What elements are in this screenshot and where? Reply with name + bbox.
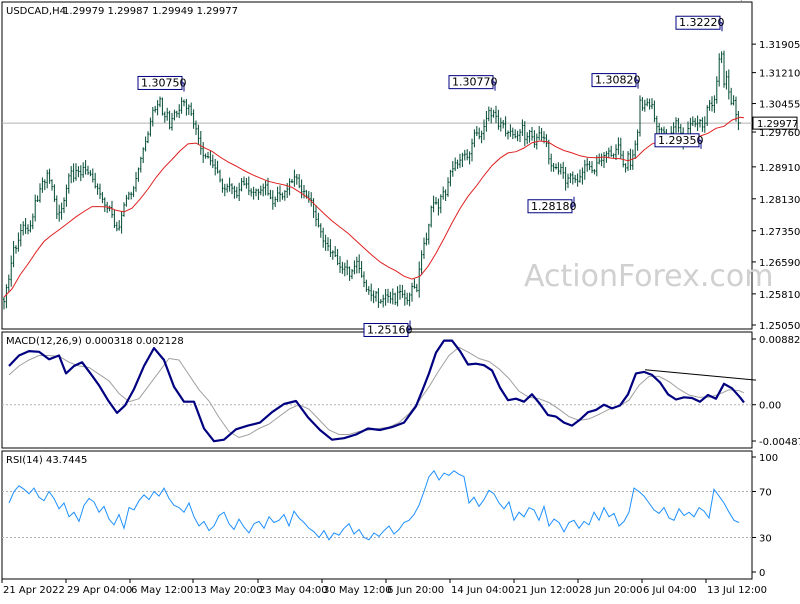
time-tick-label: 6 Jun 20:00 [387, 585, 444, 596]
time-tick-label: 21 Jun 12:00 [515, 585, 579, 596]
rsi-title: RSI(14) 43.7445 [6, 455, 87, 466]
macd-title: MACD(12,26,9) 0.000318 0.002128 [6, 336, 184, 347]
annotation-label: 1.30750 [141, 76, 187, 89]
price-tick-label: 1.28910 [759, 163, 800, 174]
ohlc-values: 1.29979 1.29987 1.29949 1.29977 [63, 6, 238, 17]
time-tick-label: 23 May 04:00 [259, 585, 328, 596]
current-price-label: 1.29977 [757, 119, 798, 130]
macd-tick-label: 0.00882 [759, 335, 800, 346]
time-tick-label: 13 May 20:00 [194, 585, 263, 596]
chart-window: ActionForex.com 1.30750 1.30770 1.30820 1.3… [0, 0, 800, 600]
annotation-label: 1.30820 [595, 74, 641, 87]
price-tick-label: 1.25810 [759, 290, 800, 301]
time-tick-label: 13 Jul 12:00 [707, 585, 767, 596]
price-annotation: 1.29350 [654, 133, 704, 149]
macd-axis: 0.00882 0.00 -0.004872 [752, 335, 800, 448]
annotation-label: 1.30770 [452, 76, 498, 89]
annotation-label: 1.29350 [658, 134, 704, 147]
price-tick-label: 1.28130 [759, 195, 800, 206]
price-annotation: 1.30750 [137, 75, 187, 92]
rsi-axis: 100 70 30 0 [752, 453, 778, 579]
rsi-tick-label: 70 [759, 488, 772, 499]
price-annotation: 1.25160 [363, 320, 413, 337]
time-tick-label: 6 May 12:00 [131, 585, 193, 596]
price-tick-label: 1.31210 [759, 69, 800, 80]
rsi-tick-label: 30 [759, 534, 772, 545]
symbol-label: USDCAD,H4 [6, 6, 66, 17]
rsi-tick-label: 100 [759, 453, 778, 464]
price-tick-label: 1.25050 [759, 321, 800, 332]
price-tick-label: 1.30455 [759, 100, 800, 111]
price-annotation: 1.28180 [527, 196, 577, 214]
macd-tick-label: -0.004872 [759, 437, 800, 448]
price-annotation: 1.30820 [591, 73, 641, 89]
time-axis: 21 Apr 2022 29 Apr 04:006 May 12:00 13 May… [1, 579, 767, 596]
price-annotation: 1.32220 [675, 15, 725, 32]
rsi-panel [1, 450, 753, 580]
time-tick-label: 28 Jun 20:00 [579, 585, 643, 596]
time-tick-label: 6 Jul 04:00 [643, 585, 697, 596]
rsi-tick-label: 0 [759, 568, 765, 579]
price-tick-label: 1.31905 [759, 40, 800, 51]
watermark: ActionForex.com [524, 259, 773, 294]
time-tick-label: 30 May 12:00 [323, 585, 392, 596]
annotation-label: 1.28180 [531, 200, 577, 213]
price-tick-label: 1.26590 [759, 258, 800, 269]
macd-tick-label: 0.00 [759, 401, 781, 412]
annotation-label: 1.25160 [367, 323, 413, 336]
time-tick-label: 29 Apr 04:00 [67, 585, 132, 596]
annotation-label: 1.32220 [679, 16, 725, 29]
time-tick-label: 21 Apr 2022 [3, 585, 65, 596]
chart-canvas: ActionForex.com 1.30750 1.30770 1.30820 1.3… [1, 0, 800, 596]
price-tick-label: 1.27350 [759, 227, 800, 238]
time-tick-label: 14 Jun 04:00 [451, 585, 515, 596]
price-annotation: 1.30770 [448, 75, 498, 91]
